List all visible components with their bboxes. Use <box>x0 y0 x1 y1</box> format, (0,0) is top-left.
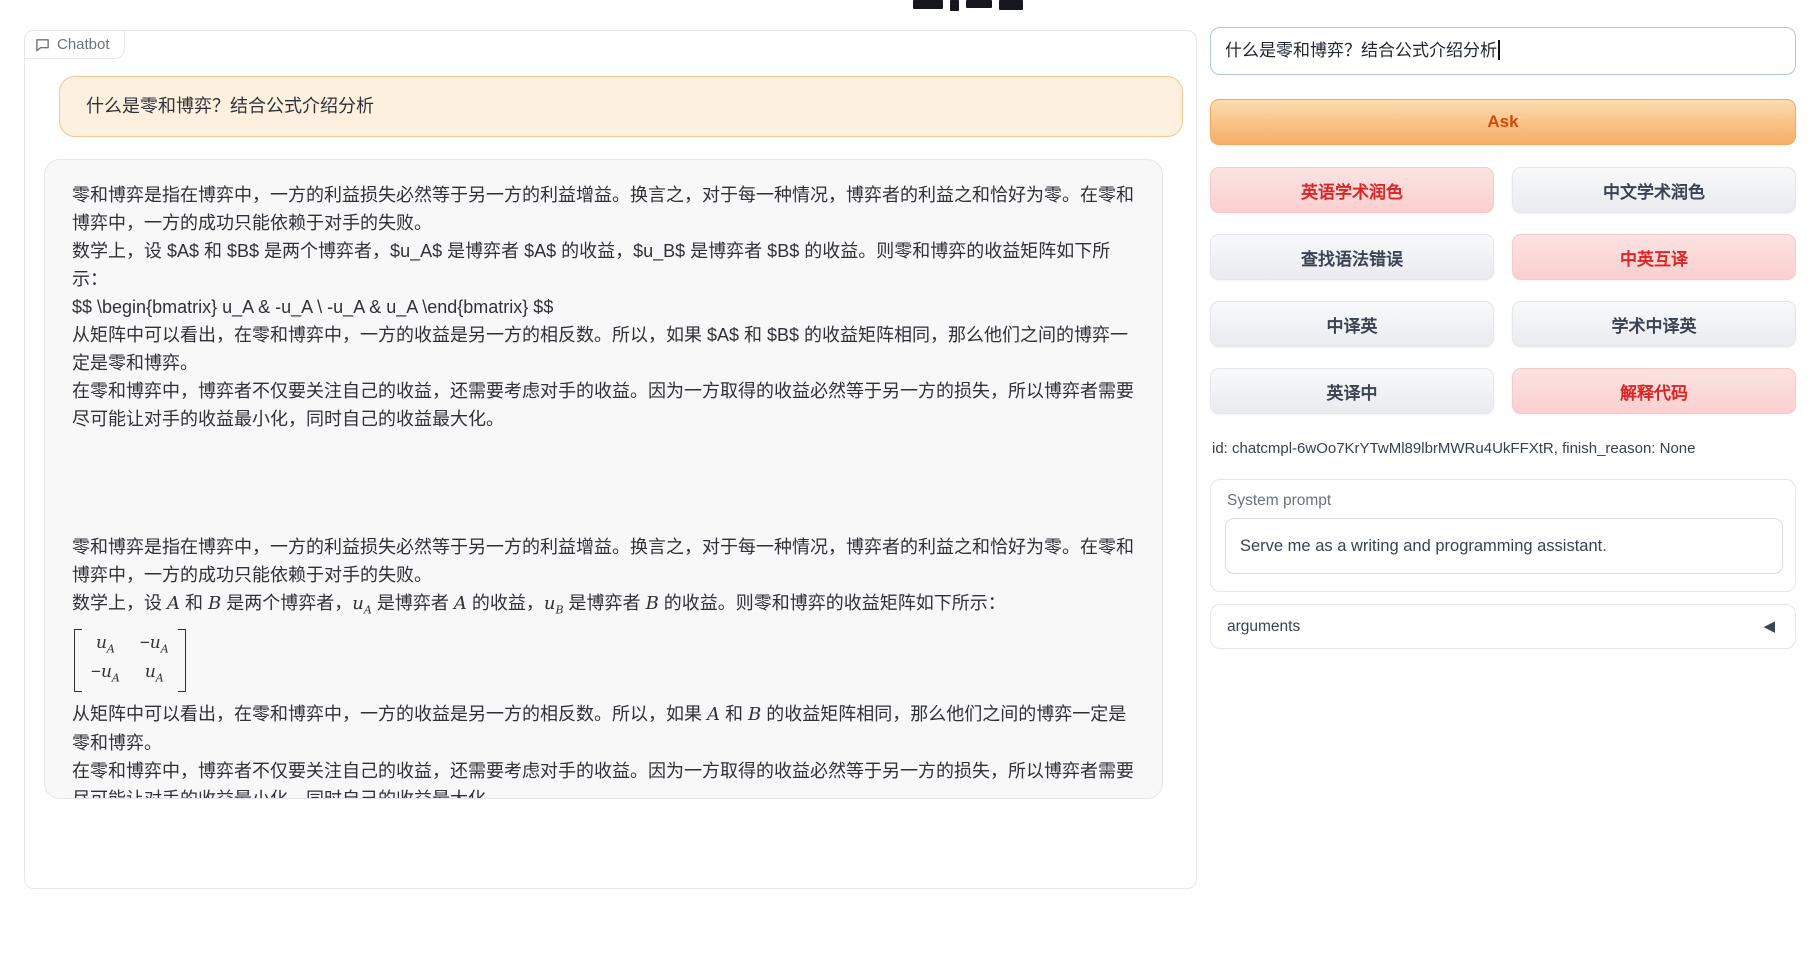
chatbot-panel[interactable]: Chatbot 什么是零和博弈？结合公式介绍分析 零和博弈是指在博弈中，一方的利… <box>24 30 1197 889</box>
prompt-button-zh-to-en[interactable]: 中译英 <box>1210 301 1494 347</box>
system-prompt-input[interactable] <box>1225 518 1783 574</box>
bot-message-paragraph: $$ \begin{bmatrix} u_A & -u_A \ -u_A & u… <box>72 293 1135 321</box>
user-message-bubble: 什么是零和博弈？结合公式介绍分析 <box>59 76 1183 137</box>
ask-button-label: Ask <box>1487 112 1518 132</box>
prompt-button-en-to-zh[interactable]: 英译中 <box>1210 368 1494 414</box>
ask-button[interactable]: Ask <box>1210 99 1796 145</box>
user-message-text: 什么是零和博弈？结合公式介绍分析 <box>86 96 374 116</box>
matrix-right-bracket <box>178 629 186 693</box>
matrix-left-bracket <box>74 629 82 693</box>
prompt-button-grid: 英语学术润色 中文学术润色查找语法错误 中英互译中译英 学术中译英英译中 解释代码 <box>1210 167 1796 414</box>
clipped-page-title <box>913 0 1043 11</box>
system-prompt-group: System prompt <box>1210 479 1796 592</box>
prompt-button-academic-zh-to-en[interactable]: 学术中译英 <box>1512 301 1796 347</box>
text-caret <box>1498 40 1500 60</box>
chatbot-label-chip: Chatbot <box>24 30 125 59</box>
bot-message-paragraph: 从矩阵中可以看出，在零和博弈中，一方的收益是另一方的相反数。所以，如果 A 和 … <box>72 700 1135 757</box>
clipped-glyph <box>999 0 1023 10</box>
system-prompt-label: System prompt <box>1227 492 1331 510</box>
clipped-glyph <box>913 0 943 9</box>
bot-message-paragraph: 零和博弈是指在博弈中，一方的利益损失必然等于另一方的利益增益。换言之，对于每一种… <box>72 533 1135 589</box>
prompt-button-english-academic-polish[interactable]: 英语学术润色 <box>1210 167 1494 213</box>
clipped-glyph <box>966 0 992 8</box>
prompt-button-zh-en-mutual-translation[interactable]: 中英互译 <box>1512 234 1796 280</box>
prompt-button-label: 英译中 <box>1327 379 1378 404</box>
response-status-line: id: chatcmpl-6wOo7KrYTwMl89lbrMWRu4UkFFX… <box>1212 440 1696 457</box>
prompt-button-label: 中文学术润色 <box>1603 178 1705 203</box>
question-input[interactable]: 什么是零和博弈？结合公式介绍分析 <box>1210 27 1796 75</box>
bot-message-bubble: 零和博弈是指在博弈中，一方的利益损失必然等于另一方的利益增益。换言之，对于每一种… <box>44 159 1163 799</box>
payoff-matrix: uA−uA−uAuA <box>72 625 1135 701</box>
prompt-button-explain-code[interactable]: 解释代码 <box>1512 368 1796 414</box>
accordion-collapse-icon: ◀ <box>1763 619 1775 634</box>
prompt-button-label: 中英互译 <box>1620 245 1688 270</box>
prompt-button-label: 解释代码 <box>1620 379 1688 404</box>
message-blank-gap <box>72 433 1135 533</box>
chatbot-label: Chatbot <box>57 36 110 53</box>
prompt-button-label: 英语学术润色 <box>1301 178 1403 203</box>
bot-message-paragraph: 数学上，设 A 和 B 是两个博弈者，uA 是博弈者 A 的收益，uB 是博弈者… <box>72 589 1135 625</box>
clipped-glyph <box>950 0 959 11</box>
chat-bubble-icon <box>35 37 50 52</box>
arguments-accordion-label: arguments <box>1227 618 1300 636</box>
bot-message-paragraph: 数学上，设 $A$ 和 $B$ 是两个博弈者，$u_A$ 是博弈者 $A$ 的收… <box>72 237 1135 293</box>
prompt-button-label: 学术中译英 <box>1612 312 1697 337</box>
bot-message-paragraph: 在零和博弈中，博弈者不仅要关注自己的收益，还需要考虑对手的收益。因为一方取得的收… <box>72 377 1135 433</box>
prompt-button-chinese-academic-polish[interactable]: 中文学术润色 <box>1512 167 1796 213</box>
prompt-button-label: 中译英 <box>1327 312 1378 337</box>
question-input-value: 什么是零和博弈？结合公式介绍分析 <box>1225 41 1497 60</box>
prompt-button-label: 查找语法错误 <box>1301 245 1403 270</box>
bot-message-paragraph: 从矩阵中可以看出，在零和博弈中，一方的收益是另一方的相反数。所以，如果 $A$ … <box>72 321 1135 377</box>
bot-message-body: 零和博弈是指在博弈中，一方的利益损失必然等于另一方的利益增益。换言之，对于每一种… <box>72 181 1135 799</box>
arguments-accordion[interactable]: arguments ◀ <box>1210 604 1796 649</box>
bot-message-paragraph: 在零和博弈中，博弈者不仅要关注自己的收益，还需要考虑对手的收益。因为一方取得的收… <box>72 757 1135 799</box>
bot-message-paragraph: 零和博弈是指在博弈中，一方的利益损失必然等于另一方的利益增益。换言之，对于每一种… <box>72 181 1135 237</box>
prompt-button-find-grammar-errors[interactable]: 查找语法错误 <box>1210 234 1494 280</box>
